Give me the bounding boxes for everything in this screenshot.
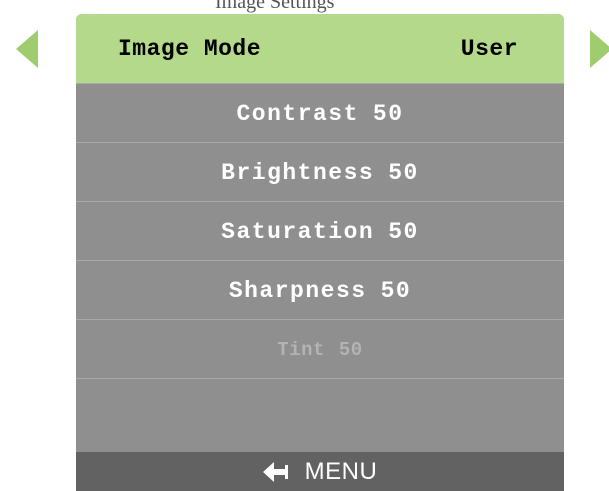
setting-value: 50 — [380, 277, 412, 304]
setting-row-saturation[interactable]: Saturation 50 — [76, 201, 564, 261]
settings-panel: Image Mode User Contrast 50 Brightness 5… — [76, 14, 564, 491]
setting-value: 50 — [338, 338, 363, 361]
image-mode-value: User — [460, 36, 518, 62]
setting-value: 50 — [388, 159, 419, 186]
setting-value: 50 — [388, 218, 419, 245]
right-triangle-icon[interactable] — [590, 30, 609, 68]
setting-name: Sharpness — [228, 277, 367, 304]
left-triangle-icon[interactable] — [16, 30, 38, 68]
setting-value: 50 — [372, 100, 404, 127]
menu-label: MENU — [304, 457, 378, 485]
empty-row — [76, 378, 564, 437]
image-mode-row[interactable]: Image Mode User — [76, 14, 564, 83]
setting-row-sharpness[interactable]: Sharpness 50 — [76, 260, 564, 320]
setting-row-contrast[interactable]: Contrast 50 — [76, 83, 564, 143]
osd-screen: Image Settings Image Mode User Contrast … — [0, 0, 609, 491]
back-arrow-icon — [262, 461, 288, 482]
setting-name: Saturation — [221, 218, 375, 245]
setting-name: Tint — [277, 338, 325, 361]
setting-row-tint: Tint 50 — [76, 319, 564, 379]
menu-button[interactable]: MENU — [76, 452, 564, 491]
setting-row-brightness[interactable]: Brightness 50 — [76, 142, 564, 202]
image-mode-label: Image Mode — [118, 36, 262, 62]
setting-name: Brightness — [221, 159, 375, 186]
clipped-title: Image Settings — [215, 0, 335, 13]
setting-name: Contrast — [236, 100, 359, 127]
